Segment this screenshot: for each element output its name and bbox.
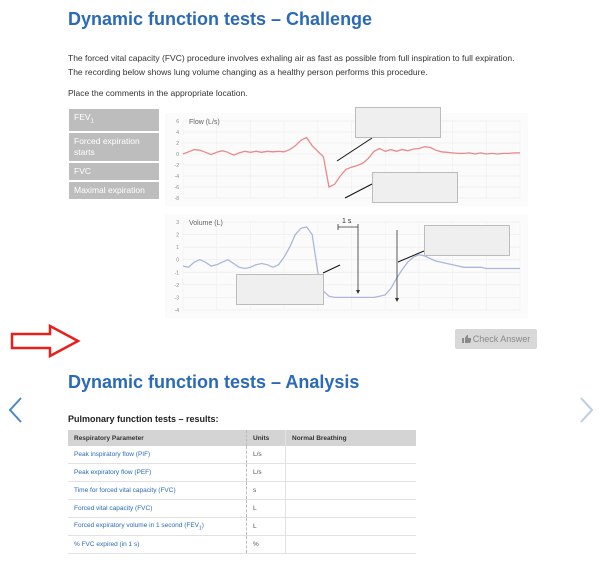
flow-tick-label: -4 — [175, 174, 180, 180]
flow-tick-label: 4 — [176, 130, 179, 136]
flow-chart: 6 4 2 0 -2 -4 -6 -8 Flow (L/s) — [165, 113, 528, 206]
value-cell[interactable] — [285, 446, 416, 464]
unit-cell: L — [246, 517, 286, 536]
volume-tick-label: 2 — [176, 233, 179, 239]
volume-tick-label: -2 — [175, 283, 180, 289]
value-cell[interactable] — [285, 463, 416, 482]
param-cell: Peak inspiratory flow (PIF) — [68, 446, 247, 464]
flow-ylabel: Flow (L/s) — [189, 119, 220, 126]
value-cell[interactable] — [285, 481, 416, 500]
check-answer-label: Check Answer — [472, 334, 531, 344]
param-text: Forced expiratory volume in 1 second (FE… — [74, 521, 199, 529]
volume-tick-label: -1 — [175, 270, 180, 276]
flow-tick-label: -8 — [175, 196, 180, 202]
unit-cell: s — [246, 481, 286, 500]
flow-tick-label: -6 — [175, 185, 180, 191]
table-row: Forced vital capacity (FVC) L — [68, 499, 416, 518]
param-text-end: ) — [201, 521, 204, 529]
param-cell: Time for forced vital capacity (FVC) — [68, 481, 247, 500]
thumbs-up-icon — [461, 330, 471, 343]
unit-cell: % — [246, 535, 286, 554]
flow-tick-label: -2 — [175, 163, 180, 169]
volume-ylabel: Volume (L) — [189, 220, 223, 227]
drop-zone-4[interactable] — [236, 274, 324, 305]
header-normal-breathing: Normal Breathing — [285, 430, 416, 446]
flow-tick-label: 2 — [176, 141, 179, 147]
results-table: Respiratory Parameter Units Normal Breat… — [68, 430, 416, 554]
volume-tick-label: -4 — [175, 308, 180, 314]
table-row: Peak inspiratory flow (PIF) L/s — [68, 446, 416, 464]
volume-tick-label: -3 — [175, 295, 180, 301]
drop-zone-2[interactable] — [372, 172, 458, 203]
volume-tick-label: 1 — [176, 245, 179, 251]
chevron-left-icon[interactable] — [6, 395, 24, 431]
table-title: Pulmonary function tests – results: — [68, 414, 219, 424]
param-cell: % FVC expired (in 1 s) — [68, 535, 247, 554]
value-cell[interactable] — [285, 499, 416, 518]
table-row: % FVC expired (in 1 s) % — [68, 535, 416, 554]
table-row: Time for forced vital capacity (FVC) s — [68, 481, 416, 500]
param-cell: Peak expiratory flow (PEF) — [68, 463, 247, 482]
flow-tick-label: 6 — [176, 119, 179, 125]
table-row: Peak expiratory flow (PEF) L/s — [68, 463, 416, 482]
analysis-title: Dynamic function tests – Analysis — [68, 372, 360, 392]
unit-cell: L/s — [246, 446, 286, 464]
header-parameter: Respiratory Parameter — [68, 430, 247, 446]
flow-plot-area — [165, 113, 528, 206]
one-second-label: 1 s — [342, 218, 352, 225]
red-arrow-right-icon — [10, 323, 81, 359]
volume-tick-label: 0 — [176, 258, 179, 264]
value-cell[interactable] — [285, 535, 416, 554]
flow-tick-label: 0 — [176, 152, 179, 158]
param-cell: Forced expiratory volume in 1 second (FE… — [68, 517, 247, 536]
check-answer-button[interactable]: Check Answer — [455, 329, 537, 349]
table-row: Forced expiratory volume in 1 second (FE… — [68, 517, 416, 536]
unit-cell: L — [246, 499, 286, 518]
drop-zone-1[interactable] — [355, 107, 441, 138]
param-cell: Forced vital capacity (FVC) — [68, 499, 247, 518]
drop-zone-3[interactable] — [424, 225, 510, 256]
unit-cell: L/s — [246, 463, 286, 482]
header-units: Units — [246, 430, 286, 446]
table-header-row: Respiratory Parameter Units Normal Breat… — [68, 430, 416, 446]
value-cell[interactable] — [285, 517, 416, 536]
volume-tick-label: 3 — [176, 220, 179, 226]
chevron-right-icon[interactable] — [578, 395, 596, 431]
